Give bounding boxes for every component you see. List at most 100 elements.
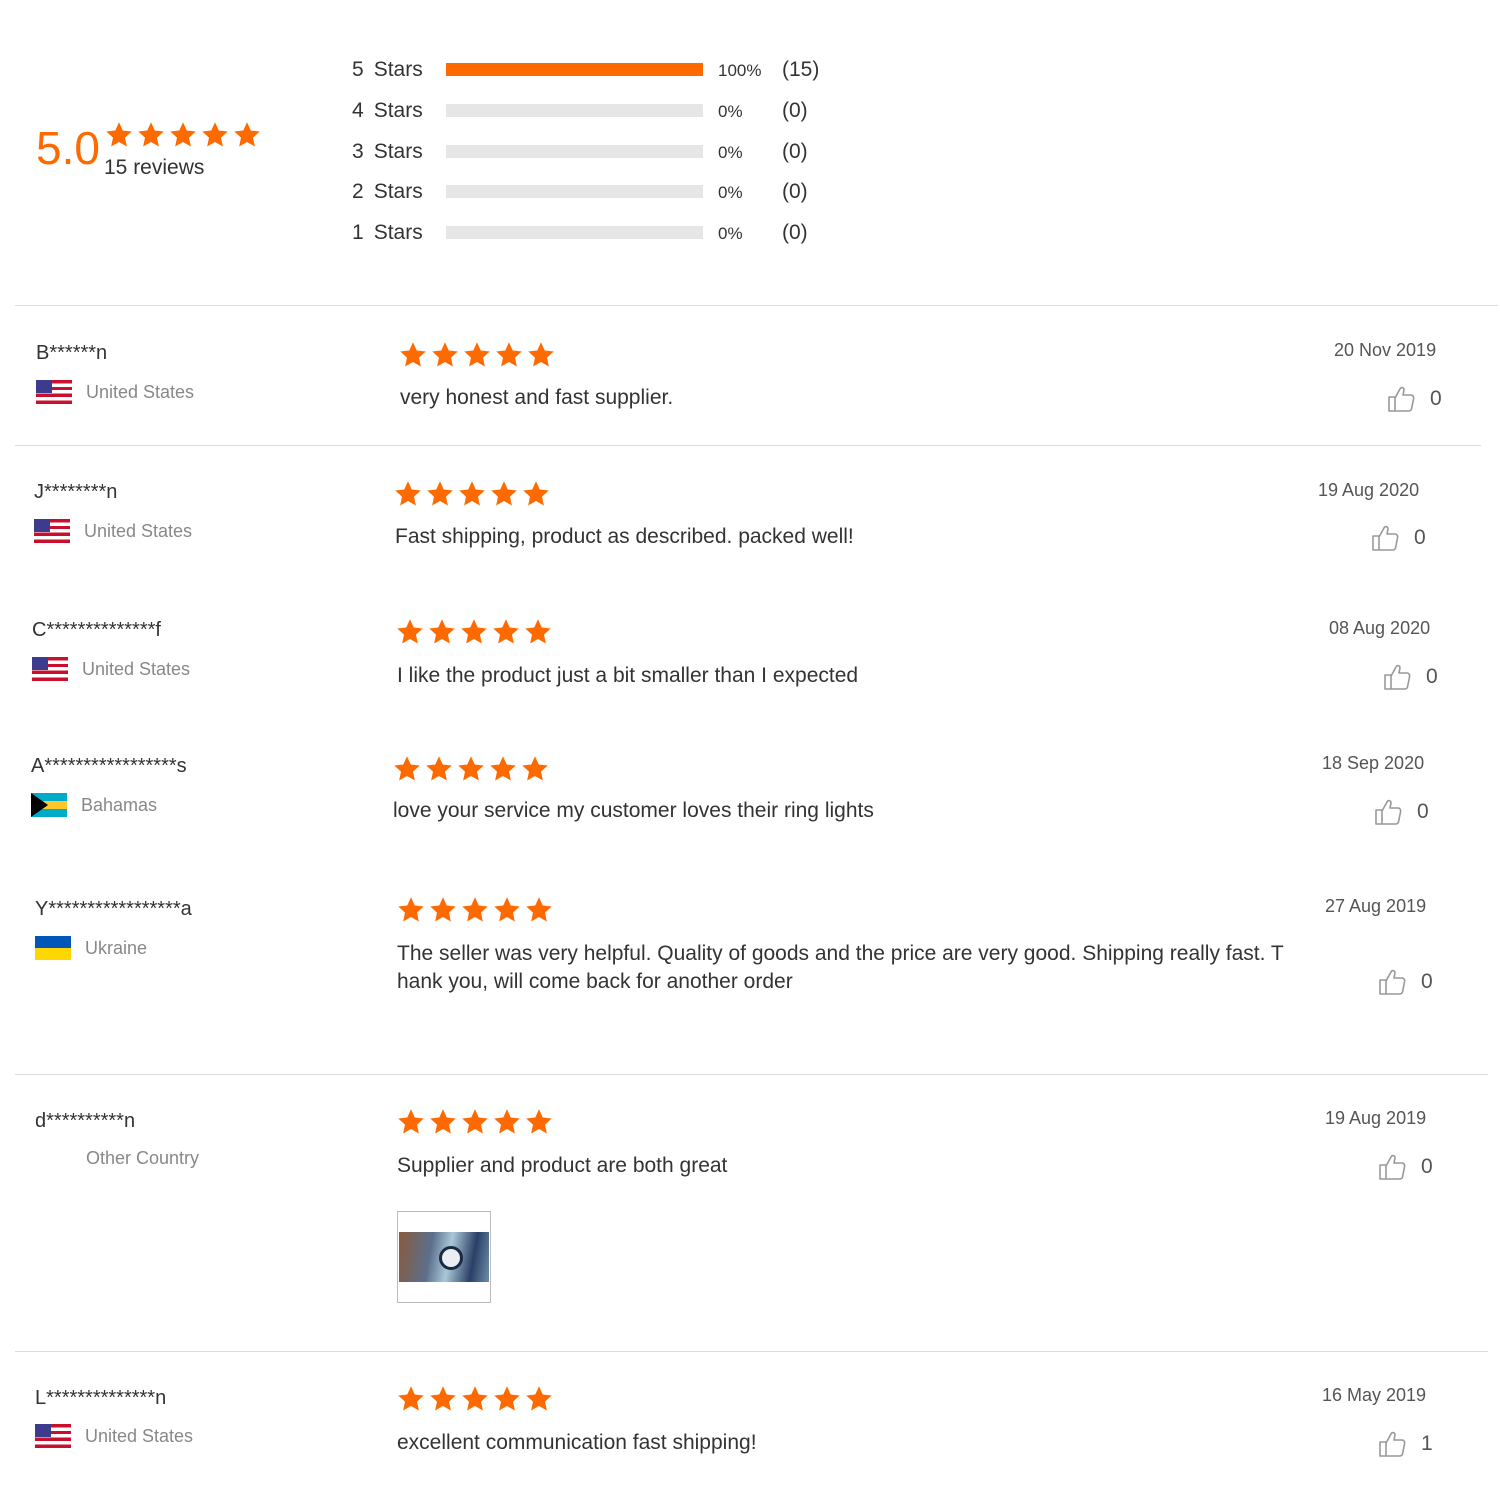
review-date: 20 Nov 2019 — [1334, 340, 1437, 360]
review-rating — [396, 1107, 556, 1137]
rating-percent: 0% — [718, 224, 743, 243]
star-level: 5 — [352, 58, 364, 81]
rating-percent: 0% — [718, 183, 743, 202]
rating-bar — [446, 104, 703, 117]
review-rating — [395, 617, 555, 647]
bahamas-flag-icon — [31, 793, 67, 817]
average-rating: 5.0 — [36, 122, 100, 174]
review-date: 27 Aug 2019 — [1325, 896, 1427, 916]
star-icon — [200, 120, 232, 150]
review-text: very honest and fast supplier. — [400, 386, 674, 409]
reviewer-country: United States — [36, 380, 194, 404]
star-icon — [396, 895, 428, 925]
reviewer-country: United States — [35, 1424, 193, 1448]
review-text: The seller was very helpful. Quality of … — [397, 942, 1284, 993]
star-icon — [521, 479, 553, 509]
star-icon — [459, 617, 491, 647]
country-name: Bahamas — [81, 794, 158, 815]
thumbs-up-icon — [1377, 1429, 1407, 1459]
star-icon — [460, 1107, 492, 1137]
review-text: Supplier and product are both great — [397, 1154, 728, 1177]
star-icon — [494, 340, 526, 370]
review-photo-thumbnail[interactable] — [397, 1211, 491, 1303]
helpful-button[interactable]: 0 — [1370, 523, 1426, 553]
rating-distribution-row[interactable]: 5 Stars 100% (15) — [352, 55, 872, 85]
helpful-button[interactable]: 0 — [1386, 384, 1442, 414]
star-icon — [395, 617, 427, 647]
review-rating — [396, 895, 556, 925]
reviewer-country: United States — [32, 657, 190, 681]
star-level: 4 — [352, 99, 364, 122]
helpful-count: 0 — [1426, 665, 1438, 688]
rating-bar — [446, 226, 703, 239]
star-icon — [398, 340, 430, 370]
helpful-button[interactable]: 0 — [1377, 967, 1433, 997]
star-icon — [428, 895, 460, 925]
star-icon — [136, 120, 168, 150]
helpful-count: 0 — [1421, 1155, 1433, 1178]
rating-distribution-row[interactable]: 3 Stars 0% (0) — [352, 137, 872, 167]
star-icon — [526, 340, 558, 370]
country-name: Other Country — [86, 1148, 200, 1168]
star-icon — [460, 895, 492, 925]
reviewer-country: United States — [34, 519, 192, 543]
reviewer-name: A*****************s — [31, 755, 187, 777]
star-icon — [396, 1384, 428, 1414]
reviewer-country: Bahamas — [31, 793, 157, 817]
star-icon — [492, 1384, 524, 1414]
rating-distribution-row[interactable]: 4 Stars 0% (0) — [352, 96, 872, 126]
stars-label: Stars — [373, 221, 423, 244]
star-icon — [232, 120, 264, 150]
review-date: 19 Aug 2020 — [1318, 480, 1420, 500]
average-stars — [104, 120, 264, 150]
star-icon — [392, 754, 424, 784]
helpful-button[interactable]: 0 — [1377, 1152, 1433, 1182]
rating-bar — [446, 145, 703, 158]
rating-count: (15) — [782, 58, 820, 81]
helpful-count: 0 — [1421, 970, 1433, 993]
review-rating — [396, 1384, 556, 1414]
stars-label: Stars — [373, 180, 423, 203]
rating-percent: 100% — [718, 61, 762, 80]
rating-count: (0) — [782, 99, 808, 122]
star-icon — [492, 895, 524, 925]
star-icon — [524, 1384, 556, 1414]
star-icon — [424, 754, 456, 784]
country-name: United States — [82, 658, 191, 679]
reviewer-country: Other Country — [86, 1148, 199, 1169]
stars-label: Stars — [373, 140, 423, 163]
star-icon — [524, 1107, 556, 1137]
divider — [15, 1074, 1488, 1075]
review-text: I like the product just a bit smaller th… — [397, 664, 859, 687]
ukraine-flag-icon — [35, 936, 71, 960]
helpful-button[interactable]: 1 — [1377, 1429, 1433, 1459]
reviewer-name: L**************n — [35, 1387, 167, 1409]
star-icon — [523, 617, 555, 647]
rating-percent: 0% — [718, 102, 743, 121]
rating-count: (0) — [782, 140, 808, 163]
rating-distribution-row[interactable]: 2 Stars 0% (0) — [352, 177, 872, 207]
country-name: United States — [84, 520, 193, 541]
thumbs-up-icon — [1377, 1152, 1407, 1182]
helpful-button[interactable]: 0 — [1373, 797, 1429, 827]
helpful-count: 0 — [1430, 387, 1442, 410]
rating-distribution-row[interactable]: 1 Stars 0% (0) — [352, 218, 872, 248]
us-flag-icon — [34, 519, 70, 543]
helpful-count: 0 — [1414, 526, 1426, 549]
rating-bar — [446, 185, 703, 198]
rating-count: (0) — [782, 221, 808, 244]
thumbs-up-icon — [1386, 384, 1416, 414]
helpful-count: 1 — [1421, 1432, 1433, 1455]
review-rating — [398, 340, 558, 370]
helpful-button[interactable]: 0 — [1382, 662, 1438, 692]
star-icon — [393, 479, 425, 509]
thumbs-up-icon — [1382, 662, 1412, 692]
rating-bar — [446, 63, 703, 76]
star-icon — [168, 120, 200, 150]
star-icon — [462, 340, 494, 370]
divider — [15, 1351, 1488, 1352]
rating-summary: 5.0 15 reviews 5 Stars 100% (15) 4 Stars 0… — [0, 0, 1500, 305]
review-text: Fast shipping, product as described. pac… — [395, 525, 854, 548]
us-flag-icon — [32, 657, 68, 681]
star-level: 3 — [352, 140, 364, 163]
